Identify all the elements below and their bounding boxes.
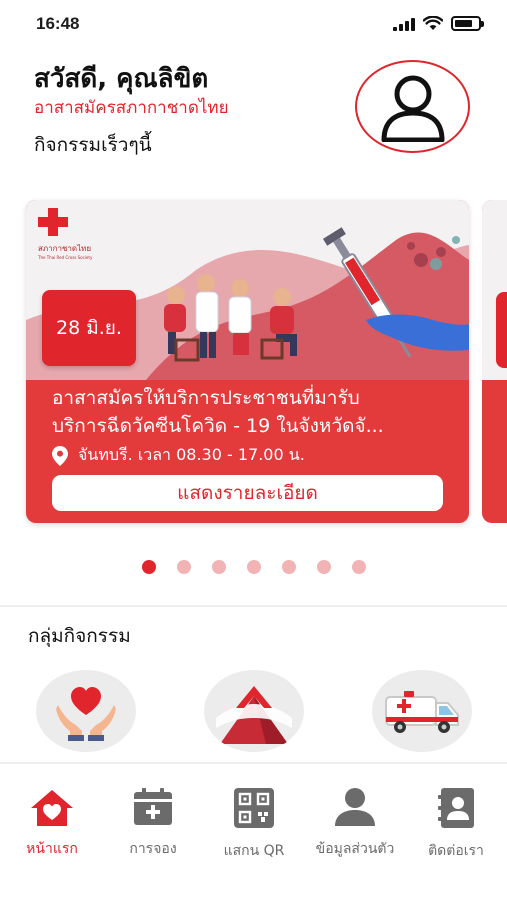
- logo-text: สภากาชาดไทย: [38, 244, 92, 253]
- activity-groups-heading: กลุ่มกิจกรรม: [28, 625, 131, 647]
- status-icons: [393, 16, 484, 31]
- carousel-indicator: [142, 560, 366, 574]
- calendar-add-icon: [134, 788, 172, 825]
- location-pin-icon: [52, 445, 68, 466]
- status-time: 16:48: [36, 14, 80, 33]
- logo-subtext: The Thai Red Cross Society: [38, 255, 93, 260]
- tab-contact[interactable]: ติดต่อเรา: [406, 788, 506, 859]
- wifi-icon: [423, 16, 443, 30]
- tab-home-label: หน้าแรก: [26, 841, 78, 857]
- shelter-icon: [216, 686, 292, 744]
- show-details-button[interactable]: แสดงรายละเอียด: [52, 475, 443, 511]
- activity-date-badge: 28 มิ.ย.: [42, 290, 136, 366]
- status-bar: 16:48: [0, 0, 507, 52]
- contact-book-icon: [438, 788, 474, 828]
- tab-home[interactable]: หน้าแรก: [2, 788, 102, 858]
- activity-illustration: สภากาชาดไทย The Thai Red Cross Society 2…: [26, 200, 469, 380]
- activity-title-line-1: อาสาสมัครให้บริการประชาชนที่มารับ: [52, 387, 360, 409]
- carousel-dot[interactable]: [282, 560, 296, 574]
- group-disaster-relief[interactable]: [204, 670, 304, 752]
- group-ambulance-service[interactable]: [372, 670, 472, 752]
- profile-icon: [335, 788, 375, 826]
- activity-title-line-2: บริการฉีดวัคซีนโควิด - 19 ในจังหวัดจั...: [52, 415, 384, 437]
- home-heart-icon: [31, 790, 73, 826]
- carousel-dot[interactable]: [212, 560, 226, 574]
- red-cross-icon: [38, 208, 68, 236]
- tab-scan-qr-label: แสกน QR: [223, 843, 285, 859]
- recent-activities-heading: กิจกรรมเร็วๆนี้: [34, 134, 152, 156]
- qr-code-icon: [234, 788, 274, 828]
- carousel-dot[interactable]: [177, 560, 191, 574]
- activity-card[interactable]: สภากาชาดไทย The Thai Red Cross Society 2…: [26, 200, 469, 523]
- heart-in-hands-icon: [56, 687, 116, 741]
- user-icon: [381, 75, 444, 142]
- organization-label: อาสาสมัครสภากาชาดไทย: [34, 98, 229, 118]
- tab-scan-qr[interactable]: แสกน QR: [204, 788, 304, 859]
- next-activity-card[interactable]: [482, 200, 507, 523]
- battery-icon: [451, 16, 484, 31]
- red-cross-logo: สภากาชาดไทย The Thai Red Cross Society: [38, 208, 118, 260]
- activity-location-text: จันทบรี. เวลา 08.30 - 17.00 น.: [78, 445, 305, 464]
- greeting-title: สวัสดี, คุณลิขิต: [34, 64, 209, 94]
- bottom-tab-bar: หน้าแรก การจอง แสกน QR ข้อมูลส่วนตัว ติด…: [0, 762, 507, 900]
- group-volunteer-care[interactable]: [36, 670, 136, 752]
- carousel-dot[interactable]: [317, 560, 331, 574]
- activity-location: จันทบรี. เวลา 08.30 - 17.00 น.: [52, 443, 305, 468]
- carousel-dot[interactable]: [247, 560, 261, 574]
- ambulance-icon: [385, 691, 459, 733]
- activity-title: อาสาสมัครให้บริการประชาชนที่มารับ บริการ…: [52, 384, 452, 440]
- carousel-dot[interactable]: [142, 560, 156, 574]
- tab-booking-label: การจอง: [129, 841, 177, 857]
- tab-profile-label: ข้อมูลส่วนตัว: [315, 841, 395, 857]
- tab-contact-label: ติดต่อเรา: [428, 843, 484, 859]
- carousel-dot[interactable]: [352, 560, 366, 574]
- profile-avatar[interactable]: [355, 60, 470, 153]
- tab-profile[interactable]: ข้อมูลส่วนตัว: [305, 788, 405, 858]
- section-divider: [0, 605, 507, 607]
- signal-icon: [393, 17, 415, 31]
- tab-booking[interactable]: การจอง: [103, 788, 203, 858]
